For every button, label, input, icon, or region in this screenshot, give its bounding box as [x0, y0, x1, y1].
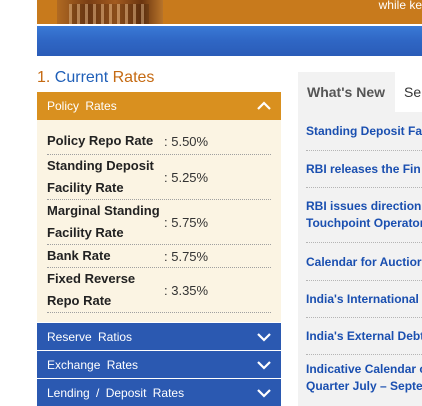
news-item-text[interactable]: India's External Debt [306, 329, 422, 343]
news-item-text[interactable]: Quarter July – Septe [306, 378, 422, 395]
section-title: 1. Current Rates [37, 69, 154, 87]
rate-value: : 5.25% [164, 169, 209, 185]
rate-name: Marginal Standing Facility Rate [47, 203, 160, 240]
main-navbar[interactable] [37, 26, 422, 56]
reserve-ratios-header[interactable]: Reserve Ratios [37, 322, 281, 350]
news-item[interactable]: Indicative Calendar o Quarter July – Sep… [306, 355, 422, 401]
news-item[interactable]: RBI issues direction Touchpoint Operator [306, 188, 422, 243]
banner-tagline: while ke [378, 0, 422, 12]
lending-deposit-rates-label: Lending / Deposit Rates [47, 385, 185, 400]
news-item-text[interactable]: Calendar for Auctior [306, 255, 422, 269]
section-title-word-current: Current [54, 69, 109, 86]
policy-rates-header[interactable]: Policy Rates [37, 92, 281, 120]
news-list: Standing Deposit Fa RBI releases the Fin… [298, 112, 422, 401]
rate-value: : 5.75% [164, 248, 209, 264]
section-number: 1. [37, 69, 51, 86]
news-item[interactable]: Calendar for Auctior [306, 243, 422, 281]
rate-row: Policy Repo Rate : 5.50% [47, 128, 271, 155]
section-title-word-rates: Rates [112, 69, 155, 86]
news-item[interactable]: India's External Debt [306, 318, 422, 355]
lending-deposit-rates-header[interactable]: Lending / Deposit Rates [37, 378, 281, 406]
rate-row: Marginal Standing Facility Rate : 5.75% [47, 200, 271, 245]
policy-rates-label: Policy Rates [47, 99, 117, 113]
rate-value: : 3.35% [164, 282, 209, 298]
tab-strip: What's New Se [298, 72, 422, 112]
rate-name: Fixed Reverse Repo Rate [47, 271, 136, 308]
news-item[interactable]: India's International [306, 281, 422, 318]
rate-name: Policy Repo Rate [47, 133, 154, 148]
chevron-down-icon [257, 360, 271, 370]
policy-rates-table: Policy Repo Rate : 5.50% Standing Deposi… [37, 120, 281, 322]
news-item-text[interactable]: India's International [306, 292, 419, 306]
news-item-text[interactable]: Touchpoint Operator [306, 215, 422, 232]
banner-photo [57, 0, 163, 24]
chevron-down-icon [257, 388, 271, 398]
rates-accordion: Policy Rates Policy Repo Rate : 5.50% St… [37, 92, 281, 406]
exchange-rates-label: Exchange Rates [47, 357, 139, 372]
reserve-ratios-label: Reserve Ratios [47, 329, 133, 344]
news-item-text[interactable]: RBI releases the Fin [306, 162, 421, 176]
rate-row: Fixed Reverse Repo Rate : 3.35% [47, 268, 271, 313]
news-tabs-panel: What's New Se Standing Deposit Fa RBI re… [298, 72, 422, 406]
news-item[interactable]: RBI releases the Fin [306, 151, 422, 188]
tab-whats-new[interactable]: What's New [298, 72, 395, 112]
chevron-up-icon [257, 101, 271, 110]
news-item-text[interactable]: RBI issues direction [306, 198, 421, 215]
header-banner: while ke [37, 0, 422, 24]
exchange-rates-header[interactable]: Exchange Rates [37, 350, 281, 378]
rate-row: Standing Deposit Facility Rate : 5.25% [47, 155, 271, 200]
rate-name: Bank Rate [47, 248, 111, 263]
rate-name: Standing Deposit Facility Rate [47, 158, 154, 195]
rate-value: : 5.50% [164, 133, 209, 149]
rate-value: : 5.75% [164, 214, 209, 230]
rate-row: Bank Rate : 5.75% [47, 245, 271, 268]
news-item-text[interactable]: Indicative Calendar o [306, 361, 422, 378]
news-item[interactable]: Standing Deposit Fa [306, 112, 422, 151]
chevron-down-icon [257, 332, 271, 342]
tab-second[interactable]: Se [395, 72, 422, 112]
news-item-text[interactable]: Standing Deposit Fa [306, 124, 422, 138]
